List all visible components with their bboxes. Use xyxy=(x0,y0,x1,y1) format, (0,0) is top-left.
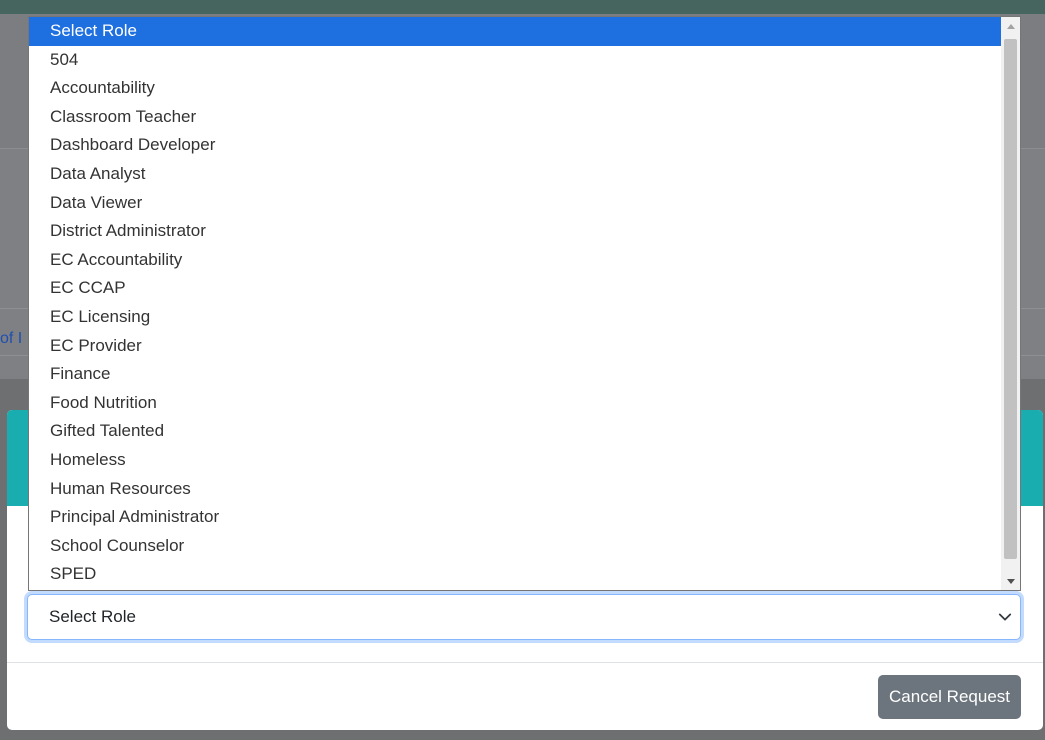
role-option[interactable]: Accountability xyxy=(29,74,1001,103)
role-option[interactable]: Classroom Teacher xyxy=(29,103,1001,132)
dropdown-scrollbar[interactable] xyxy=(1001,17,1020,590)
role-option[interactable]: Data Viewer xyxy=(29,189,1001,218)
role-option[interactable]: EC Accountability xyxy=(29,246,1001,275)
scroll-up-button[interactable] xyxy=(1001,17,1020,35)
role-option[interactable]: Food Nutrition xyxy=(29,389,1001,418)
role-option[interactable]: Select Role xyxy=(29,17,1001,46)
role-option[interactable]: EC Provider xyxy=(29,332,1001,361)
triangle-up-icon xyxy=(1006,23,1015,29)
triangle-down-icon xyxy=(1006,578,1015,584)
role-option[interactable]: SPED xyxy=(29,560,1001,589)
role-dropdown-list[interactable]: Select Role 504 Accountability Classroom Te… xyxy=(28,16,1021,591)
cancel-request-button[interactable]: Cancel Request xyxy=(878,675,1021,719)
role-option[interactable]: 504 xyxy=(29,46,1001,75)
role-option[interactable]: Finance xyxy=(29,360,1001,389)
role-select-value: Select Role xyxy=(49,607,136,626)
role-option[interactable]: Data Analyst xyxy=(29,160,1001,189)
role-option[interactable]: Dashboard Developer xyxy=(29,131,1001,160)
modal-footer-divider xyxy=(7,662,1043,663)
role-option[interactable]: Gifted Talented xyxy=(29,417,1001,446)
role-option[interactable]: Homeless xyxy=(29,446,1001,475)
role-option[interactable]: District Administrator xyxy=(29,217,1001,246)
role-select[interactable]: Select Role xyxy=(27,594,1021,640)
role-option[interactable]: EC CCAP xyxy=(29,274,1001,303)
chevron-down-icon xyxy=(998,613,1012,621)
background-link: of I xyxy=(0,330,23,347)
role-option[interactable]: Human Resources xyxy=(29,475,1001,504)
role-options: Select Role 504 Accountability Classroom Te… xyxy=(29,17,1001,589)
role-option[interactable]: EC Licensing xyxy=(29,303,1001,332)
scroll-down-button[interactable] xyxy=(1001,572,1020,590)
top-nav-bar xyxy=(0,0,1045,14)
scroll-thumb[interactable] xyxy=(1004,39,1017,559)
role-option[interactable]: Principal Administrator xyxy=(29,503,1001,532)
role-option[interactable]: School Counselor xyxy=(29,532,1001,561)
